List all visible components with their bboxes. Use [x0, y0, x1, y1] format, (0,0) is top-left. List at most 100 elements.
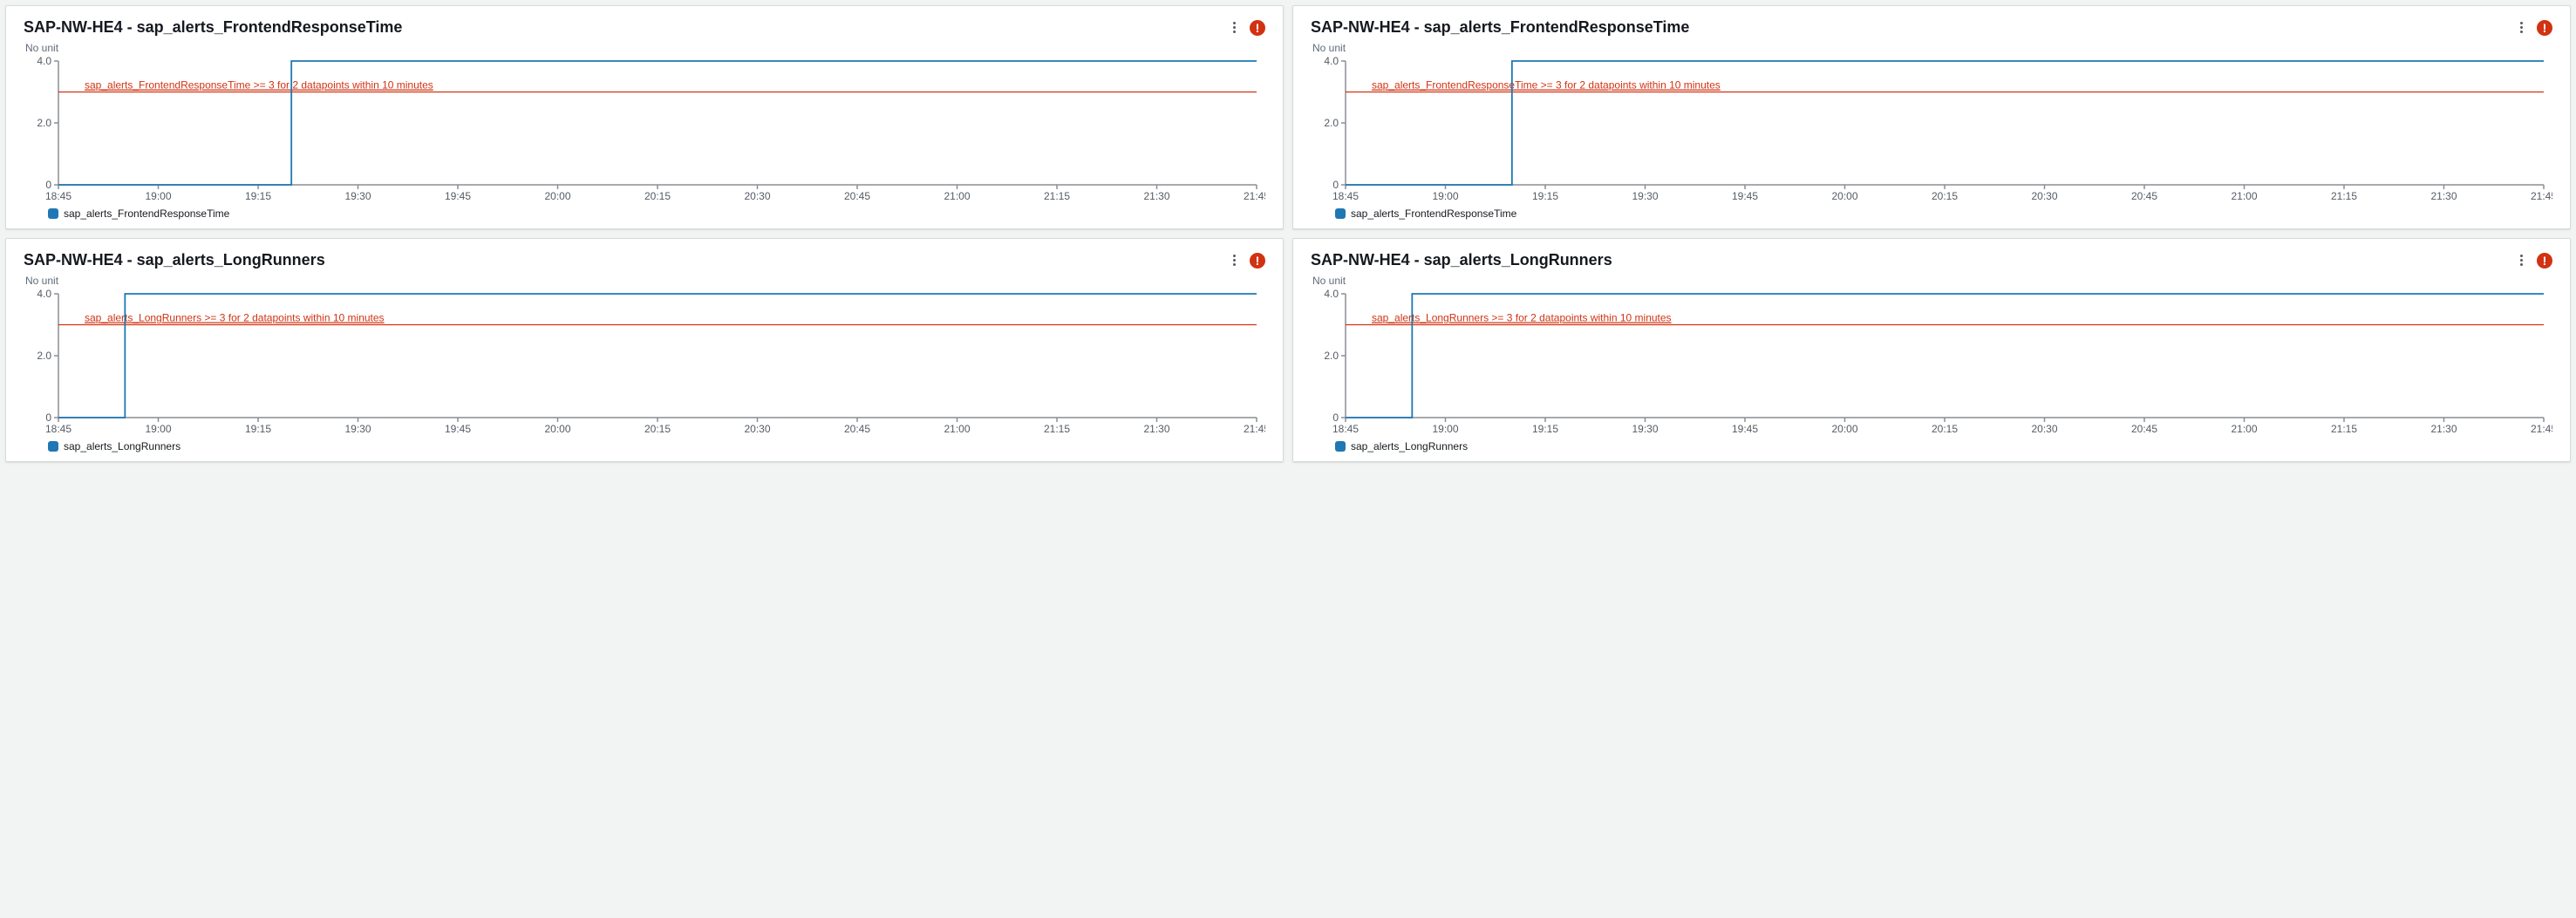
svg-text:21:15: 21:15	[1044, 190, 1070, 202]
svg-text:20:30: 20:30	[744, 190, 770, 202]
kebab-menu-icon[interactable]	[1227, 21, 1241, 35]
chart-plot: 02.04.018:4519:0019:1519:3019:4520:0020:…	[1311, 289, 2552, 437]
svg-text:21:15: 21:15	[2331, 190, 2357, 202]
svg-text:19:00: 19:00	[1432, 190, 1458, 202]
svg-text:4.0: 4.0	[1324, 289, 1339, 300]
svg-text:20:15: 20:15	[644, 190, 671, 202]
alarm-status-icon[interactable]: !	[1250, 20, 1265, 36]
panel-header: SAP-NW-HE4 - sap_alerts_LongRunners !	[24, 251, 1265, 269]
threshold-label: sap_alerts_FrontendResponseTime >= 3 for…	[1372, 79, 1721, 92]
svg-text:21:30: 21:30	[2430, 190, 2457, 202]
svg-text:19:15: 19:15	[1532, 423, 1558, 435]
panel-title: SAP-NW-HE4 - sap_alerts_FrontendResponse…	[1311, 18, 1689, 37]
panel-header: SAP-NW-HE4 - sap_alerts_LongRunners !	[1311, 251, 2552, 269]
svg-text:20:30: 20:30	[2031, 190, 2057, 202]
metric-panel: SAP-NW-HE4 - sap_alerts_FrontendResponse…	[5, 5, 1284, 229]
kebab-menu-icon[interactable]	[2514, 21, 2528, 35]
alarm-status-icon[interactable]: !	[1250, 253, 1265, 269]
svg-text:20:00: 20:00	[1831, 190, 1857, 202]
svg-text:20:15: 20:15	[1932, 423, 1958, 435]
alarm-status-icon[interactable]: !	[2537, 253, 2552, 269]
chart-legend: sap_alerts_FrontendResponseTime	[48, 207, 1265, 220]
chart-svg: 0 2.0 4.0 18:45 19:00 19:15 19:30 19:45 20:00 20:…	[1311, 56, 2552, 204]
chart-svg: 02.04.018:4519:0019:1519:3019:4520:0020:…	[24, 56, 1265, 204]
svg-text:4.0: 4.0	[37, 56, 51, 67]
svg-text:2.0: 2.0	[1324, 117, 1339, 129]
svg-text:20:45: 20:45	[2131, 423, 2157, 435]
chart-svg: 02.04.018:4519:0019:1519:3019:4520:0020:…	[1311, 289, 2552, 437]
svg-text:0: 0	[1332, 411, 1339, 424]
svg-text:21:15: 21:15	[2331, 423, 2357, 435]
kebab-menu-icon[interactable]	[1227, 254, 1241, 268]
svg-text:20:15: 20:15	[644, 423, 671, 435]
y-axis-unit-label: No unit	[1312, 275, 2552, 287]
alarm-status-icon[interactable]: !	[2537, 20, 2552, 36]
chart-legend: sap_alerts_LongRunners	[1335, 440, 2552, 452]
svg-text:21:00: 21:00	[2231, 190, 2257, 202]
svg-text:19:30: 19:30	[1632, 423, 1658, 435]
svg-text:0: 0	[45, 411, 51, 424]
svg-text:19:45: 19:45	[1732, 423, 1758, 435]
svg-text:21:45: 21:45	[2531, 423, 2552, 435]
svg-text:19:15: 19:15	[1532, 190, 1558, 202]
chart-plot: 02.04.018:4519:0019:1519:3019:4520:0020:…	[24, 56, 1265, 204]
svg-text:19:15: 19:15	[245, 190, 271, 202]
svg-text:19:30: 19:30	[344, 190, 371, 202]
svg-text:20:45: 20:45	[844, 423, 870, 435]
kebab-menu-icon[interactable]	[2514, 254, 2528, 268]
threshold-label: sap_alerts_LongRunners >= 3 for 2 datapo…	[85, 312, 385, 324]
svg-text:19:45: 19:45	[445, 423, 471, 435]
dashboard-grid: SAP-NW-HE4 - sap_alerts_FrontendResponse…	[5, 5, 2571, 462]
svg-text:21:30: 21:30	[1143, 423, 1169, 435]
legend-swatch	[48, 441, 58, 452]
svg-text:0: 0	[1332, 179, 1339, 191]
chart-svg: 02.04.018:4519:0019:1519:3019:4520:0020:…	[24, 289, 1265, 437]
legend-swatch	[1335, 441, 1346, 452]
svg-text:2.0: 2.0	[1324, 350, 1339, 362]
svg-text:4.0: 4.0	[37, 289, 51, 300]
panel-tools: !	[1227, 20, 1265, 36]
svg-text:19:00: 19:00	[145, 190, 171, 202]
svg-text:18:45: 18:45	[1332, 190, 1359, 202]
svg-text:20:30: 20:30	[2031, 423, 2057, 435]
metric-panel: SAP-NW-HE4 - sap_alerts_LongRunners ! No…	[1292, 238, 2571, 462]
svg-text:19:00: 19:00	[1432, 423, 1458, 435]
chart-plot: 02.04.018:4519:0019:1519:3019:4520:0020:…	[24, 289, 1265, 437]
chart-legend: sap_alerts_FrontendResponseTime	[1335, 207, 2552, 220]
svg-text:20:00: 20:00	[544, 190, 570, 202]
panel-title: SAP-NW-HE4 - sap_alerts_LongRunners	[24, 251, 325, 269]
panel-tools: !	[2514, 20, 2552, 36]
threshold-label: sap_alerts_LongRunners >= 3 for 2 datapo…	[1372, 312, 1672, 324]
svg-text:18:45: 18:45	[45, 423, 72, 435]
svg-text:21:30: 21:30	[1143, 190, 1169, 202]
panel-tools: !	[1227, 253, 1265, 269]
metric-panel: SAP-NW-HE4 - sap_alerts_LongRunners ! No…	[5, 238, 1284, 462]
svg-text:20:30: 20:30	[744, 423, 770, 435]
svg-text:2.0: 2.0	[37, 350, 51, 362]
svg-text:18:45: 18:45	[1332, 423, 1359, 435]
legend-label: sap_alerts_LongRunners	[64, 440, 181, 452]
svg-text:4.0: 4.0	[1324, 56, 1339, 67]
threshold-label: sap_alerts_FrontendResponseTime >= 3 for…	[85, 79, 433, 92]
chart-plot: 0 2.0 4.0 18:45 19:00 19:15 19:30 19:45 20:00 20:…	[1311, 56, 2552, 204]
y-axis-unit-label: No unit	[1312, 42, 2552, 54]
svg-text:21:00: 21:00	[944, 423, 970, 435]
y-axis-unit-label: No unit	[25, 275, 1265, 287]
metric-panel: SAP-NW-HE4 - sap_alerts_FrontendResponse…	[1292, 5, 2571, 229]
svg-text:20:15: 20:15	[1932, 190, 1958, 202]
svg-text:19:30: 19:30	[344, 423, 371, 435]
svg-text:21:15: 21:15	[1044, 423, 1070, 435]
svg-text:21:45: 21:45	[1244, 423, 1265, 435]
svg-text:21:00: 21:00	[944, 190, 970, 202]
legend-label: sap_alerts_FrontendResponseTime	[64, 207, 229, 220]
svg-text:19:30: 19:30	[1632, 190, 1658, 202]
svg-text:21:00: 21:00	[2231, 423, 2257, 435]
chart-legend: sap_alerts_LongRunners	[48, 440, 1265, 452]
panel-header: SAP-NW-HE4 - sap_alerts_FrontendResponse…	[24, 18, 1265, 37]
svg-text:19:45: 19:45	[1732, 190, 1758, 202]
svg-text:19:45: 19:45	[445, 190, 471, 202]
svg-text:20:00: 20:00	[544, 423, 570, 435]
svg-text:21:45: 21:45	[2531, 190, 2552, 202]
svg-text:19:15: 19:15	[245, 423, 271, 435]
legend-label: sap_alerts_FrontendResponseTime	[1351, 207, 1516, 220]
